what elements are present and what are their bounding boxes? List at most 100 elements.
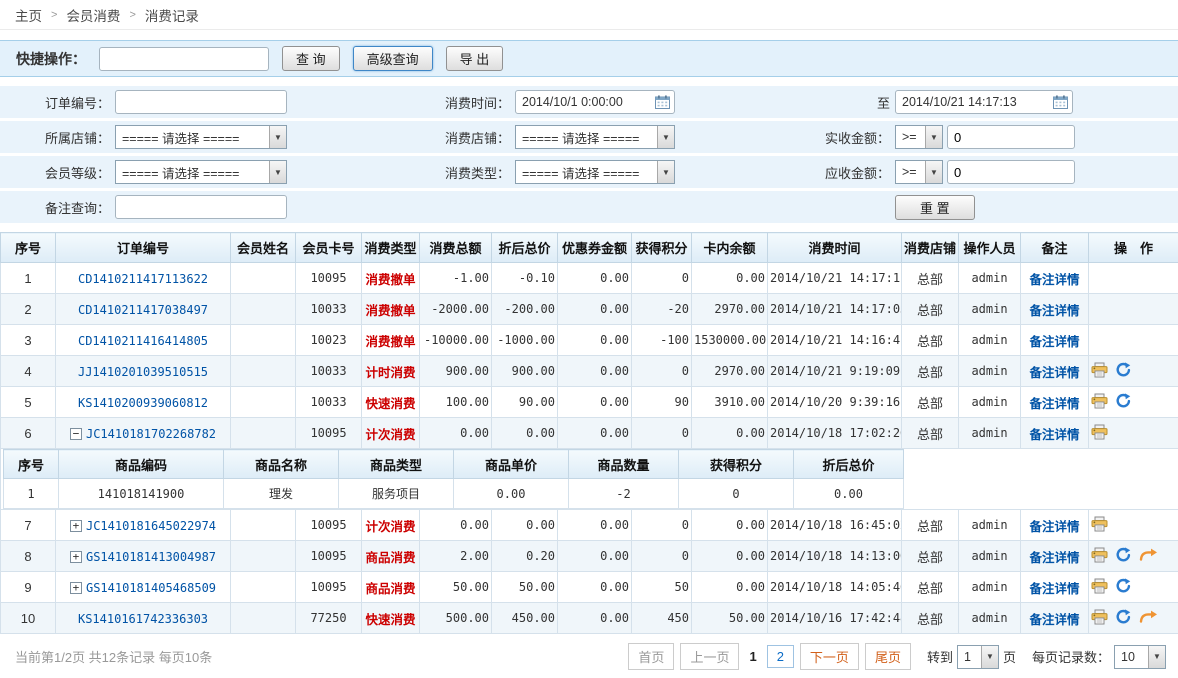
remark-detail-link[interactable]: 备注详情 — [1029, 520, 1079, 534]
order-no-link[interactable]: GS1410181413004987 — [86, 550, 216, 564]
actions-cell — [1089, 572, 1178, 603]
column-header: 会员姓名 — [231, 233, 296, 263]
remark-detail-link[interactable]: 备注详情 — [1029, 582, 1079, 596]
chevron-down-icon: ▼ — [269, 161, 286, 183]
order-no-link[interactable]: JC1410181645022974 — [86, 519, 216, 533]
own-store-select-value: ===== 请选择 ===== — [122, 128, 239, 147]
table-body: 1CD141021141711362210095消费撤单-1.00-0.100.… — [1, 263, 1178, 634]
goto-page-select[interactable]: 1 ▼ — [957, 645, 999, 669]
query-button[interactable]: 查 询 — [282, 46, 340, 71]
remark-detail-link[interactable]: 备注详情 — [1029, 304, 1079, 318]
print-icon[interactable] — [1091, 609, 1108, 628]
calendar-icon[interactable] — [1053, 95, 1068, 109]
undo-icon[interactable] — [1116, 578, 1131, 596]
actual-amount-op-select[interactable]: >= ▼ — [895, 125, 943, 149]
consume-time-from-input[interactable]: 2014/10/1 0:00:00 — [515, 90, 675, 114]
consume-store-select[interactable]: ===== 请选择 ===== ▼ — [515, 125, 675, 149]
prev-page-button[interactable]: 上一页 — [680, 643, 739, 670]
actions-cell — [1089, 603, 1178, 634]
print-icon[interactable] — [1091, 393, 1108, 412]
remark-detail-link[interactable]: 备注详情 — [1029, 397, 1079, 411]
points-earned-cell: 0 — [632, 263, 692, 294]
member-level-select[interactable]: ===== 请选择 ===== ▼ — [115, 160, 287, 184]
order-no-link[interactable]: KS1410161742336303 — [78, 612, 208, 626]
consume-type-cell: 商品消费 — [362, 541, 420, 572]
coupon-amount-cell: 0.00 — [558, 263, 632, 294]
consume-type-cell: 快速消费 — [362, 387, 420, 418]
calendar-icon[interactable] — [655, 95, 670, 109]
order-no-link[interactable]: CD1410211417113622 — [78, 272, 208, 286]
order-no-link[interactable]: CD1410211417038497 — [78, 303, 208, 317]
per-page-select[interactable]: 10 ▼ — [1114, 645, 1166, 669]
undo-icon[interactable] — [1116, 362, 1131, 380]
advanced-query-button[interactable]: 高级查询 — [353, 46, 433, 71]
member-name-cell — [231, 510, 296, 541]
expand-icon[interactable]: + — [70, 520, 82, 532]
order-no-link[interactable]: JC1410181702268782 — [86, 427, 216, 441]
remark-input[interactable] — [115, 195, 287, 219]
order-no-input[interactable] — [115, 90, 287, 114]
remark-detail-link[interactable]: 备注详情 — [1029, 613, 1079, 627]
first-page-button[interactable]: 首页 — [628, 643, 674, 670]
coupon-amount-cell: 0.00 — [558, 356, 632, 387]
order-no-link[interactable]: JJ1410201039510515 — [78, 365, 208, 379]
consume-type-select[interactable]: ===== 请选择 ===== ▼ — [515, 160, 675, 184]
order-no-link[interactable]: KS1410200939060812 — [78, 396, 208, 410]
consume-type-cell: 消费撤单 — [362, 325, 420, 356]
return-icon[interactable] — [1139, 548, 1158, 564]
chevron-down-icon: ▼ — [657, 126, 674, 148]
remark-detail-link[interactable]: 备注详情 — [1029, 366, 1079, 380]
expand-icon[interactable]: + — [70, 582, 82, 594]
receivable-amount-op-select[interactable]: >= ▼ — [895, 160, 943, 184]
sub-table-cell: 服务项目 — [339, 479, 454, 509]
consume-time-to-input[interactable]: 2014/10/21 14:17:13 — [895, 90, 1073, 114]
remark-detail-link[interactable]: 备注详情 — [1029, 273, 1079, 287]
actual-amount-input[interactable] — [947, 125, 1075, 149]
print-icon[interactable] — [1091, 516, 1108, 535]
print-icon[interactable] — [1091, 362, 1108, 381]
member-name-cell — [231, 325, 296, 356]
total-amount-cell: -1.00 — [420, 263, 492, 294]
print-icon[interactable] — [1091, 547, 1108, 566]
points-earned-cell: 0 — [632, 541, 692, 572]
page-2-button[interactable]: 2 — [767, 645, 794, 668]
undo-icon[interactable] — [1116, 547, 1131, 565]
row-index: 3 — [1, 325, 56, 356]
next-page-button[interactable]: 下一页 — [800, 643, 859, 670]
coupon-amount-cell: 0.00 — [558, 510, 632, 541]
print-icon[interactable] — [1091, 424, 1108, 443]
expand-icon[interactable]: + — [70, 551, 82, 563]
record-row: 8+GS141018141300498710095商品消费2.000.200.0… — [1, 541, 1178, 572]
collapse-icon[interactable]: − — [70, 428, 82, 440]
undo-icon[interactable] — [1116, 609, 1131, 627]
discounted-price-cell: 0.00 — [492, 418, 558, 449]
remark-detail-link[interactable]: 备注详情 — [1029, 428, 1079, 442]
order-no-link[interactable]: CD1410211416414805 — [78, 334, 208, 348]
undo-icon[interactable] — [1116, 393, 1131, 411]
remark-detail-link[interactable]: 备注详情 — [1029, 335, 1079, 349]
column-header: 获得积分 — [632, 233, 692, 263]
operator-cell: admin — [959, 603, 1021, 634]
own-store-select[interactable]: ===== 请选择 ===== ▼ — [115, 125, 287, 149]
return-icon[interactable] — [1139, 610, 1158, 626]
column-header: 会员卡号 — [296, 233, 362, 263]
last-page-button[interactable]: 尾页 — [865, 643, 911, 670]
current-page-number: 1 — [745, 649, 760, 664]
row-index: 5 — [1, 387, 56, 418]
consume-type-cell: 消费撤单 — [362, 263, 420, 294]
points-earned-cell: 0 — [632, 356, 692, 387]
breadcrumb-home[interactable]: 主页 — [15, 5, 42, 25]
sub-table-row: 1141018141900理发服务项目0.00-200.00 — [4, 479, 904, 509]
quick-search-input[interactable] — [99, 47, 269, 71]
discounted-price-cell: -200.00 — [492, 294, 558, 325]
member-name-cell — [231, 356, 296, 387]
receivable-amount-input[interactable] — [947, 160, 1075, 184]
print-icon[interactable] — [1091, 578, 1108, 597]
breadcrumb-member-consumption[interactable]: 会员消费 — [66, 5, 120, 25]
order-no-link[interactable]: GS1410181405468509 — [86, 581, 216, 595]
export-button[interactable]: 导 出 — [446, 46, 504, 71]
filter-row-1: 订单编号： 消费时间： 2014/10/1 0:00:00 至 2014/10/… — [0, 86, 1178, 118]
reset-button[interactable]: 重 置 — [895, 195, 975, 220]
remark-detail-link[interactable]: 备注详情 — [1029, 551, 1079, 565]
chevron-down-icon: ▼ — [925, 126, 942, 148]
